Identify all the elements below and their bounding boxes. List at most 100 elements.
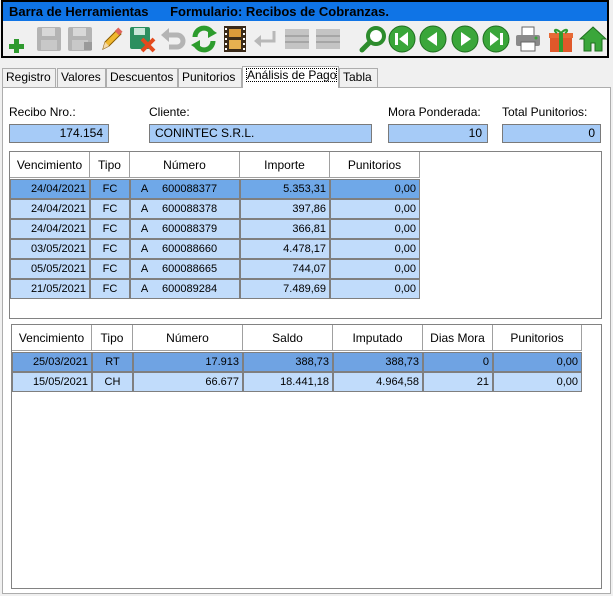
tab-descuentos[interactable]: Descuentos xyxy=(106,68,178,87)
cell-numero[interactable]: 600088377 xyxy=(158,179,240,199)
cell-numero[interactable]: 600089284 xyxy=(158,279,240,299)
cell-saldo[interactable]: 388,73 xyxy=(243,352,333,372)
comprobante-row[interactable]: 24/04/2021 FC A 600088379 366,81 0,00 xyxy=(10,219,420,239)
tab-registro[interactable]: Registro xyxy=(2,68,56,87)
valores-grid[interactable]: Vencimiento Tipo Número Saldo Imputado D… xyxy=(11,324,602,589)
cell-vencimiento[interactable]: 21/05/2021 xyxy=(10,279,90,299)
cell-tipo[interactable]: RT xyxy=(92,352,133,372)
cell-punitorios[interactable]: 0,00 xyxy=(493,372,582,392)
cell-numero[interactable]: 600088378 xyxy=(158,199,240,219)
comprobante-row[interactable]: 21/05/2021 FC A 600089284 7.489,69 0,00 xyxy=(10,279,420,299)
cell-vencimiento[interactable]: 24/04/2021 xyxy=(10,179,90,199)
undo-button[interactable] xyxy=(158,24,188,54)
search-button[interactable] xyxy=(358,24,388,54)
grid-alt-button[interactable] xyxy=(313,24,343,54)
cell-imputado[interactable]: 388,73 xyxy=(333,352,423,372)
col-punitorios[interactable]: Punitorios xyxy=(493,325,582,351)
cliente-field[interactable]: CONINTEC S.R.L. xyxy=(149,124,372,143)
comprobante-row[interactable]: 05/05/2021 FC A 600088665 744,07 0,00 xyxy=(10,259,420,279)
cell-letra[interactable]: A xyxy=(130,199,158,219)
cell-punitorios[interactable]: 0,00 xyxy=(330,219,420,239)
mora-ponderada-field[interactable]: 10 xyxy=(388,124,488,143)
col-dias-mora[interactable]: Dias Mora xyxy=(423,325,493,351)
col-tipo[interactable]: Tipo xyxy=(92,325,133,351)
tab-tabla[interactable]: Tabla xyxy=(339,68,378,87)
next-record-button[interactable] xyxy=(450,24,480,54)
cell-letra[interactable]: A xyxy=(130,279,158,299)
cell-tipo[interactable]: FC xyxy=(90,199,130,219)
cell-punitorios[interactable]: 0,00 xyxy=(330,179,420,199)
col-vencimiento[interactable]: Vencimiento xyxy=(10,152,90,178)
cell-tipo[interactable]: FC xyxy=(90,259,130,279)
cell-punitorios[interactable]: 0,00 xyxy=(493,352,582,372)
home-button[interactable] xyxy=(578,24,608,54)
cell-punitorios[interactable]: 0,00 xyxy=(330,259,420,279)
cell-vencimiento[interactable]: 05/05/2021 xyxy=(10,259,90,279)
recibo-number-field[interactable]: 174.154 xyxy=(9,124,109,143)
cell-dias-mora[interactable]: 21 xyxy=(423,372,493,392)
cell-saldo[interactable]: 18.441,18 xyxy=(243,372,333,392)
previous-record-button[interactable] xyxy=(418,24,448,54)
col-saldo[interactable]: Saldo xyxy=(243,325,333,351)
tab-valores[interactable]: Valores xyxy=(57,68,106,87)
cell-letra[interactable]: A xyxy=(130,219,158,239)
cell-tipo[interactable]: FC xyxy=(90,219,130,239)
valor-row[interactable]: 15/05/2021 CH 66.677 18.441,18 4.964,58 21 0,0… xyxy=(12,372,582,392)
cell-letra[interactable]: A xyxy=(130,179,158,199)
save-button[interactable] xyxy=(34,24,64,54)
cell-numero[interactable]: 66.677 xyxy=(133,372,243,392)
cell-imputado[interactable]: 4.964,58 xyxy=(333,372,423,392)
cell-tipo[interactable]: FC xyxy=(90,279,130,299)
col-numero[interactable]: Número xyxy=(133,325,243,351)
comprobante-row[interactable]: 24/04/2021 FC A 600088378 397,86 0,00 xyxy=(10,199,420,219)
comprobante-row[interactable]: 03/05/2021 FC A 600088660 4.478,17 0,00 xyxy=(10,239,420,259)
cell-punitorios[interactable]: 0,00 xyxy=(330,279,420,299)
cell-tipo[interactable]: FC xyxy=(90,179,130,199)
cell-dias-mora[interactable]: 0 xyxy=(423,352,493,372)
cell-punitorios[interactable]: 0,00 xyxy=(330,199,420,219)
cell-importe[interactable]: 366,81 xyxy=(240,219,330,239)
cell-numero[interactable]: 17.913 xyxy=(133,352,243,372)
cell-importe[interactable]: 7.489,69 xyxy=(240,279,330,299)
cell-importe[interactable]: 5.353,31 xyxy=(240,179,330,199)
cell-numero[interactable]: 600088660 xyxy=(158,239,240,259)
col-imputado[interactable]: Imputado xyxy=(333,325,423,351)
comprobantes-grid[interactable]: Vencimiento Tipo Número Importe Punitori… xyxy=(9,151,602,319)
cell-importe[interactable]: 744,07 xyxy=(240,259,330,279)
col-importe[interactable]: Importe xyxy=(240,152,330,178)
cell-numero[interactable]: 600088379 xyxy=(158,219,240,239)
tab-analisis-de-pago[interactable]: Análisis de Pago xyxy=(242,66,339,88)
col-numero[interactable]: Número xyxy=(130,152,240,178)
cell-importe[interactable]: 397,86 xyxy=(240,199,330,219)
edit-button[interactable] xyxy=(96,24,126,54)
last-record-button[interactable] xyxy=(481,24,511,54)
save-as-button[interactable] xyxy=(65,24,95,54)
col-punitorios[interactable]: Punitorios xyxy=(330,152,420,178)
total-punitorios-field[interactable]: 0 xyxy=(502,124,601,143)
tab-punitorios[interactable]: Punitorios xyxy=(178,68,242,87)
cell-punitorios[interactable]: 0,00 xyxy=(330,239,420,259)
cell-tipo[interactable]: CH xyxy=(92,372,133,392)
cell-numero[interactable]: 600088665 xyxy=(158,259,240,279)
cell-vencimiento[interactable]: 15/05/2021 xyxy=(12,372,92,392)
first-record-button[interactable] xyxy=(387,24,417,54)
col-tipo[interactable]: Tipo xyxy=(90,152,130,178)
cell-vencimiento[interactable]: 24/04/2021 xyxy=(10,219,90,239)
cell-vencimiento[interactable]: 03/05/2021 xyxy=(10,239,90,259)
film-button[interactable] xyxy=(220,24,250,54)
cell-importe[interactable]: 4.478,17 xyxy=(240,239,330,259)
delete-button[interactable] xyxy=(127,24,157,54)
cell-tipo[interactable]: FC xyxy=(90,239,130,259)
cell-vencimiento[interactable]: 25/03/2021 xyxy=(12,352,92,372)
cell-letra[interactable]: A xyxy=(130,239,158,259)
col-vencimiento[interactable]: Vencimiento xyxy=(12,325,92,351)
valor-row[interactable]: 25/03/2021 RT 17.913 388,73 388,73 0 0,00 xyxy=(12,352,582,372)
print-button[interactable] xyxy=(513,24,543,54)
comprobante-row[interactable]: 24/04/2021 FC A 600088377 5.353,31 0,00 xyxy=(10,179,420,199)
cell-letra[interactable]: A xyxy=(130,259,158,279)
gift-button[interactable] xyxy=(546,24,576,54)
refresh-button[interactable] xyxy=(189,24,219,54)
cell-vencimiento[interactable]: 24/04/2021 xyxy=(10,199,90,219)
new-record-button[interactable] xyxy=(3,24,33,54)
grid-button[interactable] xyxy=(282,24,312,54)
